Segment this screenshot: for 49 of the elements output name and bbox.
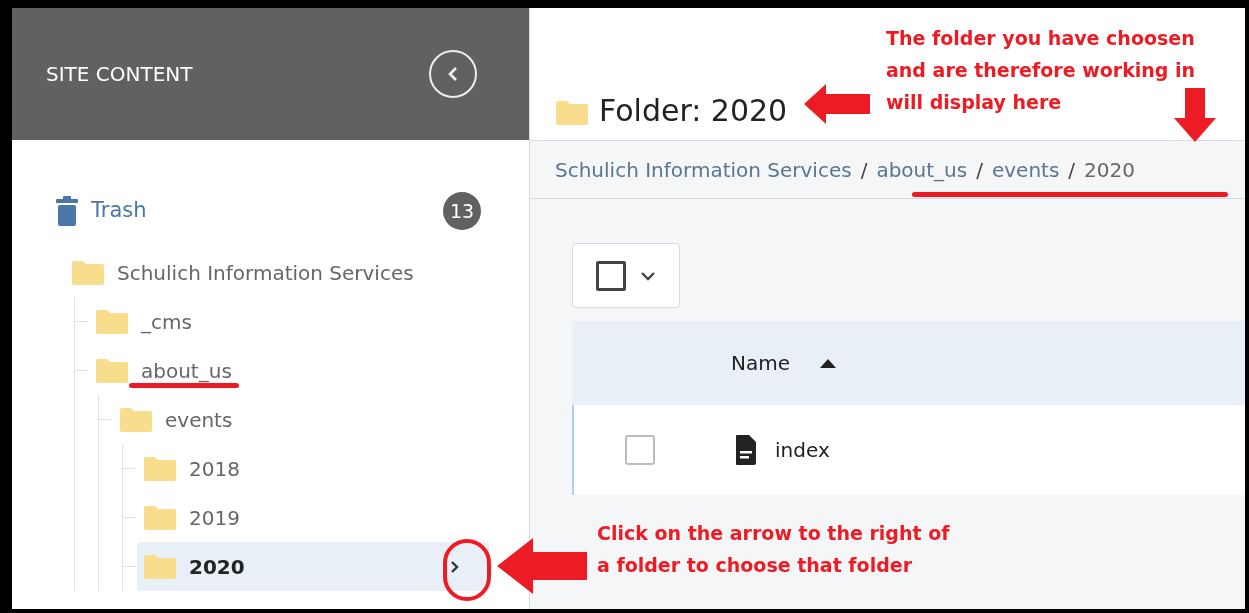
breadcrumb-separator: / [860, 156, 868, 184]
tree-item[interactable]: Schulich Information Services [65, 248, 489, 297]
folder-icon [143, 455, 177, 482]
select-all-dropdown[interactable] [572, 243, 680, 308]
tree-item[interactable]: 2018 [137, 444, 489, 493]
trash-icon [55, 195, 79, 227]
folder-icon [95, 308, 129, 335]
folder-icon [95, 357, 129, 384]
folder-icon [71, 259, 105, 286]
chevron-down-icon [640, 270, 656, 281]
folder-name: about_us [141, 357, 232, 385]
table-row[interactable]: index [572, 405, 1245, 495]
select-all-checkbox[interactable] [596, 260, 626, 291]
collapse-button[interactable] [429, 50, 477, 98]
down-arrow [1174, 88, 1216, 142]
tree-item[interactable]: events [113, 395, 489, 444]
count-badge: 13 [443, 192, 481, 230]
trash-link[interactable]: Trash [91, 195, 147, 227]
column-header[interactable]: Name [731, 348, 836, 378]
breadcrumb-current: 2020 [1084, 156, 1135, 184]
folder-icon [143, 504, 177, 531]
breadcrumb-separator: / [1068, 156, 1076, 184]
folder-name: 2019 [189, 504, 240, 532]
document-icon [735, 434, 757, 466]
folder-icon [119, 406, 153, 433]
breadcrumb-link[interactable]: about_us [876, 154, 968, 185]
breadcrumb-link[interactable]: events [991, 154, 1060, 185]
folder-icon [555, 100, 589, 126]
row-checkbox[interactable] [625, 435, 655, 465]
folder-name: events [165, 406, 233, 434]
tree-item[interactable]: _cms [89, 297, 489, 346]
tree-item[interactable]: 2019 [137, 493, 489, 542]
annotation-text: Click on the arrow to the right of a folder to choose that folder [597, 521, 950, 578]
breadcrumb-separator: / [976, 156, 983, 184]
tree-item[interactable]: 2020 [137, 542, 489, 591]
folder-name: 2020 [189, 553, 245, 581]
folder-name: 2018 [189, 455, 240, 483]
folder-title: Folder: 2020 [599, 96, 788, 126]
folder-name: _cms [141, 308, 192, 336]
folder-name: Schulich Information Services [117, 259, 414, 287]
sidebar-title: SITE CONTENT [46, 61, 193, 88]
file-name: index [775, 437, 830, 464]
breadcrumb-link[interactable]: Schulich Information Services [555, 154, 852, 185]
tree-item[interactable]: about_us [89, 346, 489, 395]
folder-icon [143, 553, 177, 580]
chevron-left-icon [446, 65, 460, 83]
chevron-right-icon[interactable] [449, 558, 461, 575]
left-arrow [804, 84, 870, 124]
annotation-text: The folder you have choosen and are therefore working in will display here [886, 26, 1196, 115]
